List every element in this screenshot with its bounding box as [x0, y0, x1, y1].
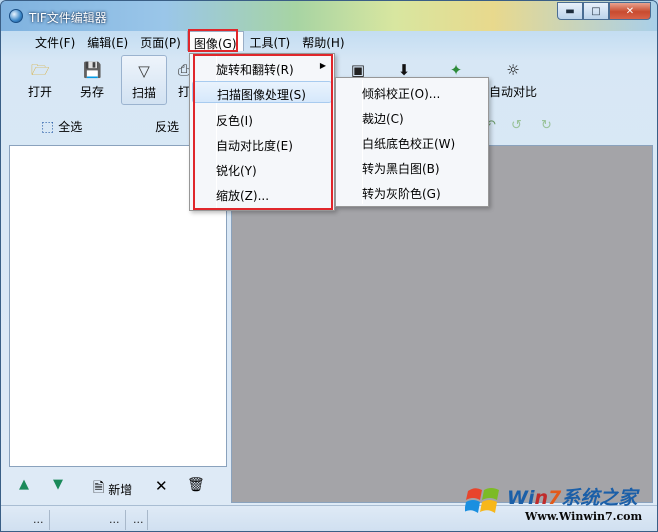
move-up-button[interactable]: ▲ — [19, 477, 29, 492]
open-label: 打开 — [27, 85, 52, 99]
watermark-brand-part: 7 — [548, 487, 562, 509]
scan-label: 扫描 — [131, 86, 156, 100]
status-field-2: ... — [109, 513, 120, 526]
maximize-button[interactable]: □ — [583, 2, 609, 20]
watermark-brand-part: Wi — [507, 487, 535, 509]
close-button[interactable]: ✕ — [609, 2, 651, 20]
menu-bar: 文件(F) 编辑(E) 页面(P) 图像(G) 工具(T) 帮助(H) — [1, 31, 657, 51]
menu-item-white-bg-correct[interactable]: 白纸底色校正(W) — [338, 131, 486, 153]
status-field-1: ... — [33, 513, 44, 526]
menu-page[interactable]: 页面(P) — [134, 31, 187, 51]
highlight-image-menu — [188, 29, 238, 52]
folder-open-icon: 🗁 — [31, 61, 50, 79]
rotate-right-icon: ↻ — [541, 118, 552, 133]
title-bar: TIF文件编辑器 ▬ □ ✕ — [1, 1, 657, 31]
open-button[interactable]: 🗁 打开 — [17, 55, 63, 105]
saveas-button[interactable]: 💾 另存 — [69, 55, 115, 105]
move-down-button[interactable]: ▼ — [53, 477, 63, 492]
menu-item-crop-border[interactable]: 裁边(C) — [338, 106, 486, 128]
add-page-button[interactable]: 🗎 新增 — [93, 477, 132, 501]
watermark-brand: Win7系统之家 — [507, 483, 637, 510]
scan-icon: ▽ — [138, 62, 150, 80]
select-all-label: 全选 — [58, 120, 83, 134]
watermark: Win7系统之家 Www.Winwin7.com — [459, 479, 655, 531]
trash-icon: 🗑 — [187, 477, 205, 493]
scan-button[interactable]: ▽ 扫描 — [121, 55, 167, 105]
remove-button[interactable]: ✕ — [155, 477, 168, 495]
app-window: TIF文件编辑器 ▬ □ ✕ 文件(F) 编辑(E) 页面(P) 图像(G) 工… — [0, 0, 658, 532]
close-icon: ✕ — [155, 477, 168, 495]
watermark-brand-part: 系统之家 — [561, 487, 638, 509]
add-page-label: 新增 — [108, 482, 133, 497]
app-icon — [9, 9, 23, 23]
window-controls: ▬ □ ✕ — [557, 2, 651, 20]
menu-file[interactable]: 文件(F) — [29, 31, 81, 51]
delete-button[interactable]: 🗑 — [187, 477, 205, 493]
menu-edit[interactable]: 编辑(E) — [81, 31, 134, 51]
menu-item-to-grayscale[interactable]: 转为灰阶色(G) — [338, 181, 486, 203]
scan-processing-submenu: 倾斜校正(O)... 裁边(C) 白纸底色校正(W) 转为黑白图(B) 转为灰阶… — [335, 77, 489, 207]
select-all-button[interactable]: ⬚ 全选 — [41, 118, 82, 135]
highlight-menu-items — [193, 54, 333, 210]
watermark-brand-part: n — [534, 487, 549, 509]
arrow-down-icon: ▼ — [53, 477, 63, 492]
menu-item-deskew[interactable]: 倾斜校正(O)... — [338, 81, 486, 103]
status-separator — [147, 510, 148, 530]
menu-tools[interactable]: 工具(T) — [244, 31, 297, 51]
select-all-icon: ⬚ — [41, 118, 55, 135]
invert-selection-label: 反选 — [155, 120, 180, 134]
page-list-toolbar: ▲ ▼ 🗎 新增 ✕ 🗑 — [9, 471, 227, 501]
saveas-label: 另存 — [79, 85, 104, 99]
menu-item-to-bw[interactable]: 转为黑白图(B) — [338, 156, 486, 178]
rotate-right-button[interactable]: ↻ — [541, 118, 552, 133]
status-separator — [125, 510, 126, 530]
arrow-up-icon: ▲ — [19, 477, 29, 492]
minimize-button[interactable]: ▬ — [557, 2, 583, 20]
window-title: TIF文件编辑器 — [29, 11, 107, 25]
auto-contrast-button[interactable]: ☼ 自动对比 — [485, 55, 541, 105]
invert-selection-button[interactable]: 反选 — [155, 118, 179, 135]
new-page-icon: 🗎 — [93, 480, 105, 496]
menu-help[interactable]: 帮助(H) — [296, 31, 350, 51]
auto-contrast-label: 自动对比 — [488, 85, 537, 99]
rotate-left-button[interactable]: ↺ — [511, 118, 522, 133]
status-separator — [49, 510, 50, 530]
rotate-left-icon: ↺ — [511, 118, 522, 133]
save-icon: 💾 — [83, 61, 102, 79]
status-field-3: ... — [133, 513, 144, 526]
watermark-url: Www.Winwin7.com — [525, 510, 643, 523]
contrast-icon: ☼ — [506, 61, 520, 79]
windows-logo-icon — [465, 488, 499, 513]
